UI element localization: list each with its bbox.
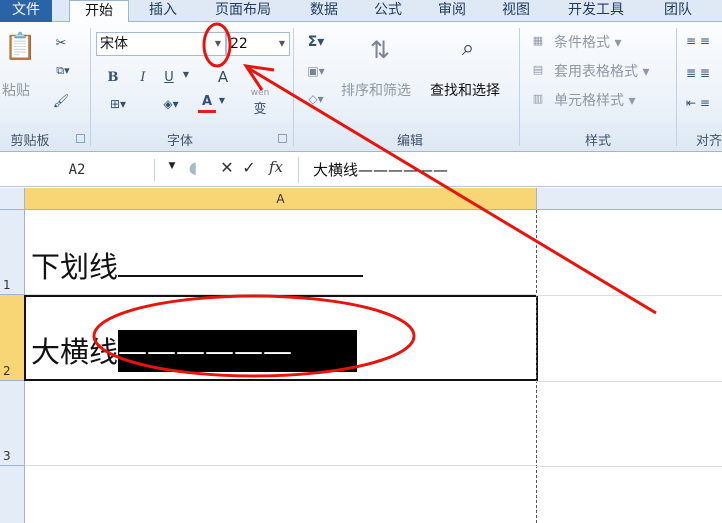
ribbon-tab-bar: 文件 开始 插入 页面布局 数据 公式 审阅 视图 开发工具 团队 [0,0,722,23]
decrease-indent-icon[interactable]: ⇤ ≡ [684,96,712,110]
autosum-icon[interactable]: Σ▾ [304,34,328,50]
font-size-combo[interactable]: 22 ▼ [226,32,290,56]
row-header-4[interactable] [0,466,25,523]
conditional-format-icon[interactable]: ▦ [530,34,546,47]
worksheet-grid: A 1 下划线 2 大横线—————— 3 [0,188,722,523]
editing-group-label: 编辑 [396,134,423,149]
sort-filter-button[interactable]: 排序和筛选 [341,80,411,100]
font-size-value: 22 [230,36,248,52]
gridline [536,295,722,296]
alignment-group-label: 对齐 [696,134,722,149]
tab-home[interactable]: 开始 [69,0,129,23]
underline-dropdown-icon[interactable]: ▼ [180,70,192,79]
ribbon: 📋 粘贴 ✂ ⧉▾ 🖌 剪贴板 宋体 ▼ 22 ▼ B I U ▼ A ⊞▾ ◈… [0,22,722,152]
group-divider [676,28,677,146]
formula-bar-splitter-icon[interactable]: ◖ [186,158,200,177]
insert-function-icon[interactable]: fx [264,158,288,176]
cut-icon[interactable]: ✂ [52,36,70,51]
grow-font-button[interactable]: A [214,68,232,86]
name-box[interactable]: A2 [0,159,155,181]
tab-file[interactable]: 文件 [0,0,52,22]
clear-icon[interactable]: ◇▾ [304,92,328,106]
group-divider [519,28,520,146]
formula-input[interactable]: 大横线—————— [313,159,448,181]
cell-style-label: 单元格样式 [554,93,624,109]
phonetic-guide-button[interactable]: 变 [248,98,272,117]
format-painter-icon[interactable]: 🖌 [52,94,70,109]
cell-a1[interactable]: 下划线 [25,210,536,295]
underline-line [118,273,364,277]
row-number-2: 2 [3,364,11,378]
align-left-icon[interactable]: ≣ ≣ [684,66,712,80]
row-number-3: 3 [3,449,11,463]
phonetic-guide-pinyin: wén [250,88,270,98]
font-size-dropdown-icon[interactable]: ▼ [275,33,289,55]
table-format-button[interactable]: 套用表格格式 ▾ [554,61,649,81]
italic-button[interactable]: I [134,70,152,85]
confirm-entry-icon[interactable]: ✓ [240,158,258,177]
gridline [536,381,722,382]
tab-review[interactable]: 审阅 [426,0,478,22]
font-name-value: 宋体 [100,36,128,52]
group-divider [90,28,91,146]
page-break-line [536,210,537,523]
table-format-label: 套用表格格式 [554,64,638,80]
tab-formulas[interactable]: 公式 [362,0,414,22]
font-launcher-icon[interactable] [278,134,287,143]
align-top-icon[interactable]: ≡ ≡ [684,34,712,48]
font-name-dropdown-icon[interactable]: ▼ [211,33,225,55]
paste-icon[interactable]: 📋 [4,32,36,70]
select-all-corner[interactable] [0,188,25,210]
cell-style-icon[interactable]: ▥ [530,92,546,105]
cancel-entry-icon[interactable]: ✕ [218,158,236,177]
tab-developer[interactable]: 开发工具 [556,0,636,22]
name-box-dropdown-icon[interactable]: ▼ [166,161,178,171]
gridline [536,466,722,467]
conditional-format-label: 条件格式 [554,35,610,51]
group-divider [293,28,294,146]
copy-icon[interactable]: ⧉▾ [50,64,76,78]
row-header-3[interactable]: 3 [0,381,25,466]
formula-bar-divider [298,157,299,183]
paste-button[interactable]: 粘贴 [2,80,30,100]
clipboard-launcher-icon[interactable] [76,134,85,143]
fill-icon[interactable]: ▣▾ [304,64,328,78]
row-header-2[interactable]: 2 [0,295,25,381]
active-cell-border [24,295,538,381]
formula-bar: A2 ▼ ◖ ✕ ✓ fx 大横线—————— [0,153,722,187]
underline-button[interactable]: U [160,70,178,85]
tab-data[interactable]: 数据 [298,0,350,22]
column-header-a[interactable]: A [25,188,536,210]
underline-label: 下划线 [31,250,119,284]
tab-page-layout[interactable]: 页面布局 [203,0,283,22]
table-format-icon[interactable]: ▤ [530,63,546,76]
tab-insert[interactable]: 插入 [137,0,189,22]
clipboard-group-label: 剪贴板 [10,134,50,149]
find-select-icon[interactable]: ⌕ [450,36,486,61]
cell-a3[interactable] [25,381,536,466]
font-color-button[interactable]: A [198,94,216,113]
font-color-dropdown-icon[interactable]: ▼ [216,96,228,105]
sort-filter-icon[interactable]: ⇅ [362,36,398,64]
tab-team[interactable]: 团队 [650,0,706,22]
cell-style-button[interactable]: 单元格样式 ▾ [554,90,635,110]
find-select-button[interactable]: 查找和选择 [430,80,500,100]
column-header-area [536,188,722,210]
cell-a1-text: 下划线 [31,244,364,286]
fill-color-icon[interactable]: ◈▾ [156,97,186,111]
styles-group-label: 样式 [584,134,611,149]
bold-button[interactable]: B [104,70,122,85]
font-name-combo[interactable]: 宋体 ▼ [96,32,226,56]
font-group-label: 字体 [166,134,193,149]
borders-icon[interactable]: ⊞▾ [104,97,132,111]
cell-a4[interactable] [25,466,536,523]
tab-view[interactable]: 视图 [490,0,542,22]
row-number-1: 1 [3,278,11,292]
conditional-format-button[interactable]: 条件格式 ▾ [554,32,621,52]
row-header-1[interactable]: 1 [0,210,25,295]
